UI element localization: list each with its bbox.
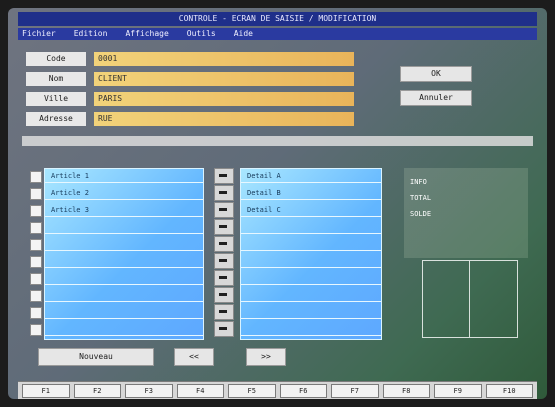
- list-item[interactable]: [241, 271, 381, 285]
- list-item[interactable]: [45, 237, 203, 251]
- row-action-button[interactable]: [214, 321, 234, 337]
- cancel-button[interactable]: Annuler: [400, 90, 472, 106]
- right-list[interactable]: Detail A Detail B Detail C: [240, 168, 382, 340]
- function-key-bar: F1 F2 F3 F4 F5 F6 F7 F8 F9 F10: [18, 381, 537, 399]
- window-title: CONTROLE - ECRAN DE SAISIE / MODIFICATIO…: [18, 12, 537, 26]
- list-item[interactable]: [241, 237, 381, 251]
- input-field[interactable]: RUE: [94, 112, 354, 126]
- empty-frame: [422, 260, 518, 338]
- list-item[interactable]: Article 1: [45, 169, 203, 183]
- field-label: Ville: [26, 92, 86, 106]
- side-panel-line: TOTAL: [410, 194, 432, 202]
- row-action-button[interactable]: [214, 185, 234, 201]
- checkbox[interactable]: [30, 307, 42, 319]
- menu-item[interactable]: Aide: [234, 28, 253, 40]
- row-action-button[interactable]: [214, 236, 234, 252]
- checkbox[interactable]: [30, 273, 42, 285]
- menu-bar: Fichier Edition Affichage Outils Aide: [18, 28, 537, 40]
- row-action-button[interactable]: [214, 287, 234, 303]
- checkbox[interactable]: [30, 290, 42, 302]
- function-key[interactable]: F6: [279, 383, 327, 398]
- field-label: Nom: [26, 72, 86, 86]
- list-item[interactable]: Detail B: [241, 186, 381, 200]
- function-key[interactable]: F7: [331, 383, 379, 398]
- row-action-button[interactable]: [214, 219, 234, 235]
- row-action-button[interactable]: [214, 168, 234, 184]
- next-button[interactable]: >>: [246, 348, 286, 366]
- checkbox[interactable]: [30, 239, 42, 251]
- function-key[interactable]: F2: [73, 383, 121, 398]
- side-panel-line: SOLDE: [410, 210, 432, 218]
- list-item[interactable]: Article 3: [45, 203, 203, 217]
- previous-button[interactable]: <<: [174, 348, 214, 366]
- function-key[interactable]: F3: [125, 383, 173, 398]
- checkbox[interactable]: [30, 256, 42, 268]
- list-item[interactable]: [45, 220, 203, 234]
- menu-item[interactable]: Affichage: [125, 28, 168, 40]
- list-item[interactable]: [241, 305, 381, 319]
- list-item[interactable]: [45, 271, 203, 285]
- function-key[interactable]: F8: [382, 383, 430, 398]
- row-action-button[interactable]: [214, 304, 234, 320]
- checkbox[interactable]: [30, 171, 42, 183]
- list-item[interactable]: [241, 288, 381, 302]
- function-key[interactable]: F9: [434, 383, 482, 398]
- checkbox[interactable]: [30, 222, 42, 234]
- row-action-button[interactable]: [214, 270, 234, 286]
- list-item[interactable]: [45, 305, 203, 319]
- checkbox[interactable]: [30, 188, 42, 200]
- separator-bar: [22, 136, 533, 146]
- input-field[interactable]: CLIENT: [94, 72, 354, 86]
- row-action-button[interactable]: [214, 202, 234, 218]
- checkbox[interactable]: [30, 205, 42, 217]
- function-key[interactable]: F1: [22, 383, 70, 398]
- list-item[interactable]: [45, 254, 203, 268]
- new-button[interactable]: Nouveau: [38, 348, 154, 366]
- function-key[interactable]: F5: [228, 383, 276, 398]
- side-panel-line: INFO: [410, 178, 427, 186]
- menu-item[interactable]: Fichier: [22, 28, 56, 40]
- list-item[interactable]: [241, 322, 381, 336]
- list-item[interactable]: [241, 254, 381, 268]
- field-label: Adresse: [26, 112, 86, 126]
- function-key[interactable]: F10: [485, 383, 533, 398]
- menu-item[interactable]: Outils: [187, 28, 216, 40]
- monitor-screen: CONTROLE - ECRAN DE SAISIE / MODIFICATIO…: [8, 8, 547, 399]
- ok-button[interactable]: OK: [400, 66, 472, 82]
- input-field[interactable]: 0001: [94, 52, 354, 66]
- field-label: Code: [26, 52, 86, 66]
- row-action-button[interactable]: [214, 253, 234, 269]
- list-item[interactable]: [45, 288, 203, 302]
- left-list[interactable]: Article 1 Article 2 Article 3: [44, 168, 204, 340]
- list-item[interactable]: Detail A: [241, 169, 381, 183]
- list-item[interactable]: [241, 220, 381, 234]
- side-panel: INFO TOTAL SOLDE: [404, 168, 528, 258]
- list-item[interactable]: Detail C: [241, 203, 381, 217]
- function-key[interactable]: F4: [176, 383, 224, 398]
- menu-item[interactable]: Edition: [74, 28, 108, 40]
- input-field[interactable]: PARIS: [94, 92, 354, 106]
- list-item[interactable]: Article 2: [45, 186, 203, 200]
- list-item[interactable]: [45, 322, 203, 336]
- checkbox[interactable]: [30, 324, 42, 336]
